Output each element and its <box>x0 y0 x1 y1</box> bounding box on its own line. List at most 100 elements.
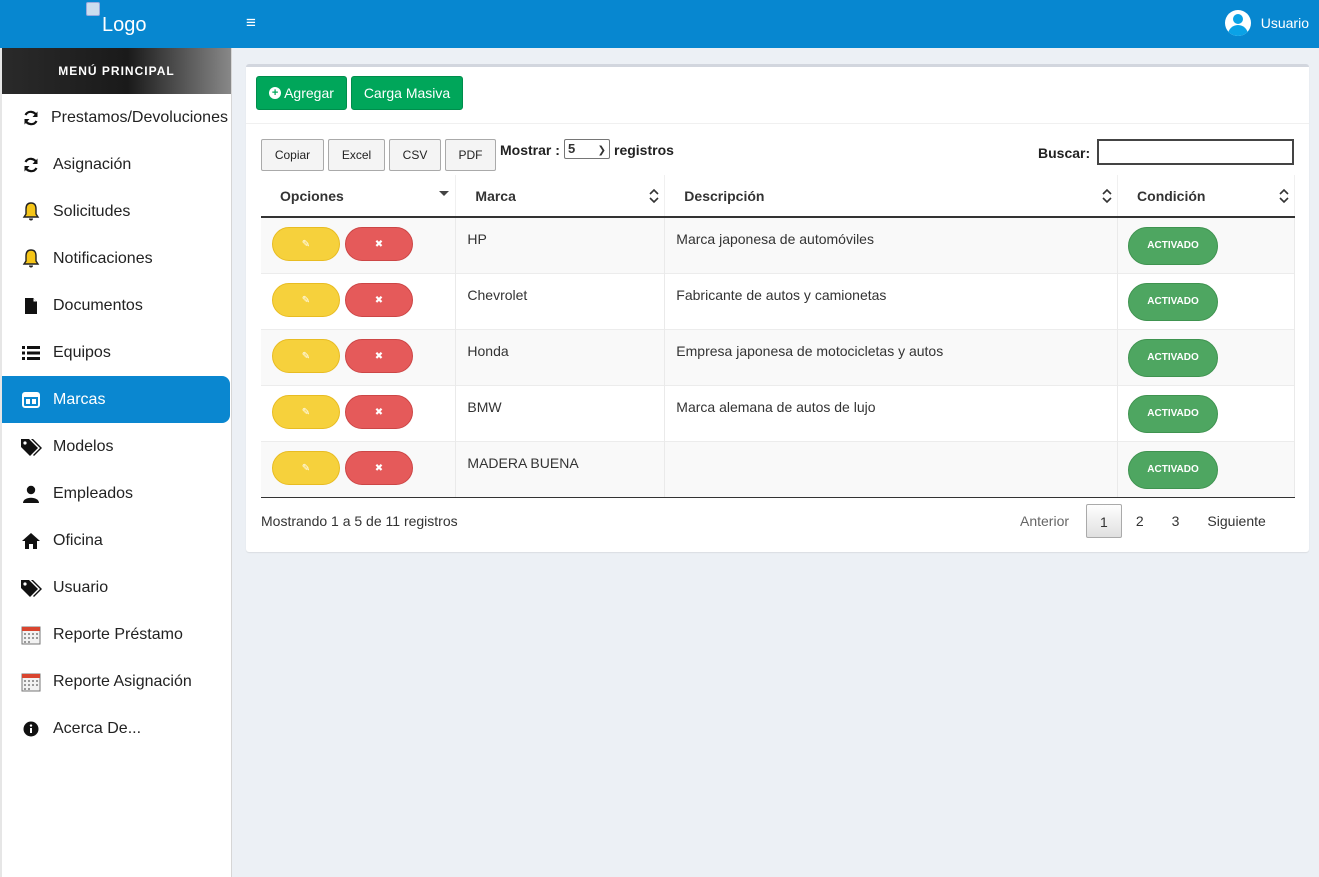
pagination-previous[interactable]: Anterior <box>1006 504 1086 538</box>
calendar-icon <box>20 671 42 693</box>
edit-button[interactable]: ✎ <box>272 394 340 429</box>
description-cell <box>664 440 1119 498</box>
entries-per-page-select[interactable]: 5 ❯ <box>564 139 610 159</box>
pencil-icon: ✎ <box>301 462 311 474</box>
status-badge[interactable]: ACTIVADO <box>1128 394 1219 433</box>
sidebar-item[interactable]: Prestamos/Devoluciones <box>2 94 231 141</box>
show-entries-label: Mostrar : <box>500 142 560 158</box>
sidebar-menu: Prestamos/Devoluciones Asignación Solicitu… <box>2 94 231 752</box>
bell-icon <box>20 201 42 223</box>
copy-button[interactable]: Copiar <box>261 139 324 171</box>
table-row: ✎ ✖ Chevrolet Fabricante de autos y camion… <box>261 272 1295 329</box>
pencil-icon: ✎ <box>301 239 311 250</box>
sidebar-item[interactable]: Equipos <box>2 329 231 376</box>
menu-toggle-button[interactable]: ≡ <box>246 14 256 32</box>
brand-cell: Chevrolet <box>455 272 666 329</box>
sidebar-item-label: Reporte Préstamo <box>53 625 183 643</box>
close-icon: ✖ <box>374 406 384 418</box>
excel-button[interactable]: Excel <box>328 139 385 171</box>
pagination-page-3[interactable]: 3 <box>1158 504 1194 538</box>
csv-button[interactable]: CSV <box>389 139 441 171</box>
logo[interactable]: Logo <box>86 2 147 42</box>
pagination-page-2[interactable]: 2 <box>1122 504 1158 538</box>
sidebar-item[interactable]: Oficina <box>2 517 231 564</box>
options-cell: ✎ ✖ <box>261 272 457 329</box>
status-badge[interactable]: ACTIVADO <box>1128 338 1219 377</box>
column-header-opciones[interactable]: Opciones <box>261 175 457 218</box>
plus-circle-icon: + <box>269 87 282 99</box>
condition-cell: ACTIVADO <box>1117 272 1295 329</box>
close-icon: ✖ <box>374 239 384 250</box>
delete-button[interactable]: ✖ <box>344 338 413 373</box>
sidebar-item[interactable]: Reporte Asignación <box>2 658 231 705</box>
bulk-upload-button[interactable]: Carga Masiva <box>351 76 463 110</box>
edit-button[interactable]: ✎ <box>272 282 340 317</box>
options-cell: ✎ ✖ <box>261 440 457 498</box>
brands-table: Opciones Marca Descripción Condición ✎ ✖… <box>261 175 1295 498</box>
delete-button[interactable]: ✖ <box>344 282 413 317</box>
sidebar-item[interactable]: Asignación <box>2 141 231 188</box>
pagination-next[interactable]: Siguiente <box>1193 504 1279 538</box>
chevron-down-icon: ❯ <box>597 145 606 156</box>
sidebar-title: MENÚ PRINCIPAL <box>2 48 231 94</box>
sidebar-item[interactable]: Documentos <box>2 282 231 329</box>
condition-cell: ACTIVADO <box>1117 384 1295 441</box>
status-badge[interactable]: ACTIVADO <box>1128 282 1219 321</box>
info-icon <box>20 718 42 740</box>
sort-both-icon <box>649 188 659 204</box>
delete-button[interactable]: ✖ <box>344 394 413 429</box>
sidebar-item[interactable]: Reporte Préstamo <box>2 611 231 658</box>
sidebar-item[interactable]: Empleados <box>2 470 231 517</box>
pagination: Anterior 1 2 3 Siguiente <box>1006 504 1280 538</box>
table-row: ✎ ✖ MADERA BUENA ACTIVADO <box>261 440 1295 498</box>
description-cell: Marca japonesa de automóviles <box>664 216 1119 273</box>
edit-button[interactable]: ✎ <box>272 227 340 261</box>
user-icon <box>20 483 42 505</box>
sidebar-item[interactable]: Usuario <box>2 564 231 611</box>
sidebar-item[interactable]: Notificaciones <box>2 235 231 282</box>
sidebar-item-label: Reporte Asignación <box>53 672 192 690</box>
calendar-icon <box>20 624 42 646</box>
column-header-marca[interactable]: Marca <box>455 175 666 218</box>
edit-button[interactable]: ✎ <box>272 450 340 485</box>
sidebar-item[interactable]: Modelos <box>2 423 231 470</box>
options-cell: ✎ ✖ <box>261 328 457 385</box>
add-button[interactable]: + Agregar <box>256 76 347 110</box>
table-row: ✎ ✖ Honda Empresa japonesa de motocicletas… <box>261 328 1295 385</box>
user-menu[interactable]: Usuario <box>1224 10 1309 36</box>
status-badge[interactable]: ACTIVADO <box>1128 450 1219 489</box>
sidebar-item-label: Asignación <box>53 155 132 173</box>
pencil-icon: ✎ <box>301 294 311 306</box>
sidebar-item[interactable]: Solicitudes <box>2 188 231 235</box>
sidebar-item[interactable]: Marcas <box>2 376 230 423</box>
pencil-icon: ✎ <box>301 350 311 362</box>
status-badge[interactable]: ACTIVADO <box>1128 227 1219 265</box>
column-header-descripcion[interactable]: Descripción <box>664 175 1119 218</box>
sort-both-icon <box>1102 188 1112 204</box>
entries-per-page-value: 5 <box>568 141 576 156</box>
pagination-page-1[interactable]: 1 <box>1086 504 1122 538</box>
list-icon <box>20 342 42 364</box>
sidebar-item-label: Prestamos/Devoluciones <box>51 108 228 126</box>
pdf-button[interactable]: PDF <box>445 139 496 171</box>
add-button-label: Agregar <box>284 85 334 101</box>
sidebar-item-label: Documentos <box>53 296 143 314</box>
delete-button[interactable]: ✖ <box>344 450 413 485</box>
brand-cell: MADERA BUENA <box>455 440 666 498</box>
table-body: ✎ ✖ HP Marca japonesa de automóviles ACTIVA… <box>261 216 1295 498</box>
close-icon: ✖ <box>374 462 384 474</box>
sort-both-icon <box>1279 188 1289 204</box>
sidebar-item-label: Modelos <box>53 437 114 455</box>
table-row: ✎ ✖ BMW Marca alemana de autos de lujo ACTI… <box>261 384 1295 441</box>
sidebar-item[interactable]: Acerca De... <box>2 705 231 752</box>
sidebar-item-label: Notificaciones <box>53 249 153 267</box>
search-input[interactable] <box>1097 139 1294 165</box>
box-toolbar: + Agregar Carga Masiva <box>246 67 1309 124</box>
condition-cell: ACTIVADO <box>1117 440 1295 498</box>
sidebar-item-label: Usuario <box>53 578 109 596</box>
delete-button[interactable]: ✖ <box>344 227 413 261</box>
sidebar-item-label: Solicitudes <box>53 202 131 220</box>
user-name: Usuario <box>1260 15 1309 31</box>
edit-button[interactable]: ✎ <box>272 338 340 373</box>
column-header-condicion[interactable]: Condición <box>1117 175 1295 218</box>
